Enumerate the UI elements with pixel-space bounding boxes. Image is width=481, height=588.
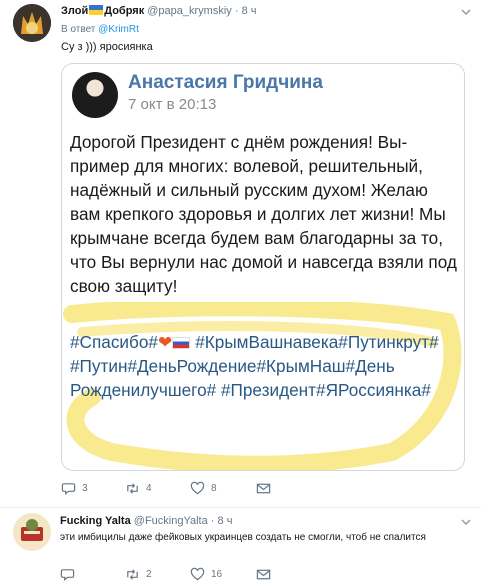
user-handle[interactable]: @papa_krymskiy: [147, 5, 232, 17]
tweet-header: Fucking Yalta @FuckingYalta · 8 ч: [60, 515, 232, 527]
avatar[interactable]: [13, 513, 51, 551]
reply-icon: [61, 483, 76, 495]
reply-button[interactable]: [60, 567, 81, 582]
display-name-suffix[interactable]: Добряк: [104, 5, 144, 17]
post-author-name: Анастасия Гридчина: [128, 72, 323, 93]
like-count: 8: [211, 483, 217, 494]
separator-dot: ·: [210, 515, 215, 527]
user-handle[interactable]: @FuckingYalta: [134, 515, 208, 527]
display-name[interactable]: Fucking Yalta: [60, 515, 131, 527]
like-button[interactable]: 8: [190, 481, 217, 496]
display-name[interactable]: Злой: [61, 5, 88, 17]
reply-button[interactable]: 3: [61, 481, 88, 496]
dm-button[interactable]: [256, 567, 271, 582]
retweet-button[interactable]: 4: [125, 481, 152, 496]
reply-prefix: В ответ: [61, 24, 96, 35]
reply-icon: [60, 569, 75, 581]
retweet-count: 2: [146, 569, 152, 580]
post-date: 7 окт в 20:13: [128, 96, 217, 113]
attached-image[interactable]: Анастасия Гридчина 7 окт в 20:13 Дорогой…: [61, 63, 465, 471]
tweet-header: Злой Добряк @papa_krymskiy · 8 ч: [61, 5, 257, 17]
like-count: 16: [211, 569, 223, 580]
retweet-count: 4: [146, 483, 152, 494]
retweet-button[interactable]: 2: [125, 567, 152, 582]
reply-mention-link[interactable]: @KrimRt: [98, 24, 139, 35]
flag-icon: [89, 5, 104, 15]
chevron-down-icon[interactable]: [461, 517, 471, 527]
tweet-text: эти имбицилы даже фейковых украинцев соз…: [60, 532, 426, 543]
retweet-icon: [127, 483, 138, 494]
like-icon: [190, 481, 205, 495]
post-hashtags: #Спасибо#❤ #КрымВашнавека#Путинкрут# #Пу…: [70, 330, 462, 402]
tweet: Злой Добряк @papa_krymskiy · 8 ч В ответ …: [0, 0, 481, 508]
dm-icon: [256, 569, 271, 580]
timestamp[interactable]: 8 ч: [242, 5, 257, 17]
hashtag-spasibo: #Спасибо#: [70, 332, 158, 352]
post-body: Дорогой Президент с днём рождения! Вы-пр…: [70, 132, 457, 296]
dm-icon: [256, 483, 271, 494]
tweet-text: Су з ))) яросиянка: [61, 41, 153, 53]
heart-icon: ❤: [158, 332, 173, 352]
russian-flag-icon: [172, 337, 191, 349]
like-icon: [190, 567, 205, 581]
reply-context: В ответ @KrimRt: [61, 24, 139, 35]
chevron-down-icon[interactable]: [461, 7, 471, 17]
separator-dot: ·: [234, 5, 239, 17]
avatar[interactable]: [13, 4, 51, 42]
reply-count: 3: [82, 483, 88, 494]
dm-button[interactable]: [256, 481, 271, 496]
author-photo: [72, 72, 118, 118]
retweet-icon: [127, 569, 138, 580]
timestamp[interactable]: 8 ч: [218, 515, 233, 527]
like-button[interactable]: 16: [190, 567, 222, 582]
